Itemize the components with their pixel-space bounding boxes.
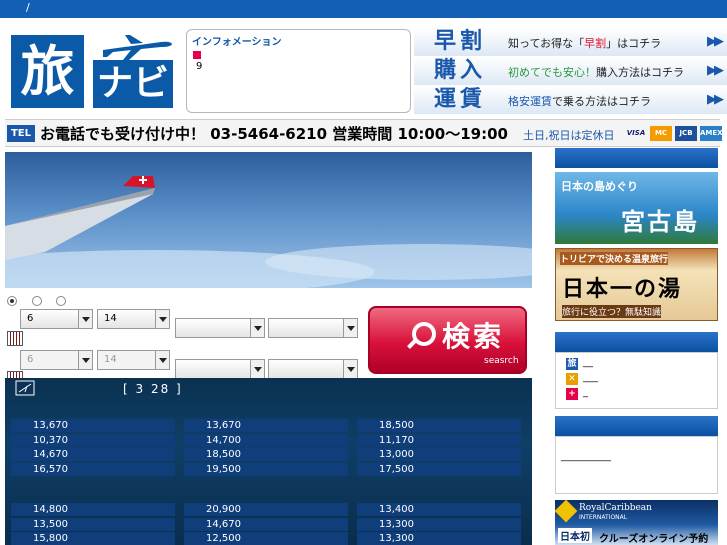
banner-miyako-top: 日本の島めぐり [561, 180, 638, 193]
promo-title: 早割 [434, 29, 487, 54]
search-icon [412, 322, 436, 346]
return-day-select[interactable]: 6 [20, 350, 93, 370]
promo-title: 購入 [434, 58, 487, 83]
fare-date-header: [ 3 28 ] [123, 382, 183, 396]
promo-desc: 格安運賃で乗る方法はコチラ [508, 95, 651, 108]
close-icon: ✕ [566, 373, 578, 385]
top-bar: / [0, 0, 727, 18]
airplane-icon [103, 35, 172, 60]
fare-cell[interactable]: 15,800 [11, 532, 175, 545]
fare-cell[interactable]: 10,370 [11, 433, 175, 447]
banner-onsen-main: 日本一の湯 [562, 277, 683, 302]
banner-miyako-main: 宮古島 [621, 208, 699, 236]
banner-cruise[interactable]: RoyalCaribbean INTERNATIONAL 日本初 クルーズオンラ… [555, 500, 718, 545]
card-logos: VISA MC JCB AMEX [625, 126, 723, 142]
tel-badge: TEL [7, 125, 35, 142]
depart-day-select[interactable]: 6 [20, 309, 93, 329]
search-button-label: 検索 [442, 320, 505, 353]
depart-number-select[interactable]: 14 [97, 309, 170, 329]
fare-cell[interactable]: 13,300 [357, 532, 521, 545]
sidebar-link-1[interactable]: __ [583, 357, 593, 368]
promo-title: 運賃 [434, 87, 487, 112]
cruise-text: クルーズオンライン予約 [599, 534, 709, 545]
information-box: インフォメーション 9 [186, 29, 411, 113]
mastercard-icon: MC [650, 126, 672, 141]
cruise-brand: RoyalCaribbean [579, 503, 652, 513]
fare-cell[interactable]: 13,670 [11, 419, 175, 432]
plus-icon: + [566, 388, 578, 400]
hero-image [5, 152, 532, 288]
site-logo[interactable]: 旅 ナビ [9, 30, 174, 110]
return-number-select[interactable]: 14 [97, 350, 170, 370]
visa-icon: VISA [626, 129, 646, 137]
logo-kanji: 旅 [11, 35, 84, 108]
promo-desc: 初めてでも安心！購入方法はコチラ [508, 66, 684, 79]
sidebar-text: __________ [561, 451, 611, 462]
crown-anchor-icon [555, 500, 578, 523]
fare-cell[interactable]: 16,570 [11, 462, 175, 476]
arrive-airport-select[interactable] [268, 318, 358, 338]
fare-cell[interactable]: 18,500 [184, 448, 348, 461]
banner-miyako[interactable]: 日本の島めぐり 宮古島 [555, 172, 718, 244]
travel-icon: 旅 [566, 358, 578, 370]
fare-cell[interactable]: 13,500 [11, 517, 175, 531]
cruise-brand-sub: INTERNATIONAL [579, 514, 628, 521]
double-arrow-icon: ▶▶ [707, 92, 724, 107]
fare-cell[interactable]: 19,500 [184, 462, 348, 476]
fare-cell[interactable]: 12,500 [184, 532, 348, 545]
search-button-sublabel: seasrch [484, 356, 519, 366]
phone-message: お電話でも受け付け中！ 03-5464-6210 営業時間 10:00〜19:0… [40, 125, 508, 143]
amex-icon: AMEX [700, 126, 723, 141]
banner-onsen-sub: 旅行に役立つ？無駄知識 [562, 305, 662, 318]
return-arrive-select[interactable] [268, 359, 358, 379]
sidebar-links-box: 旅 __ ✕ ___ + _ [555, 352, 718, 409]
fare-cell[interactable]: 13,300 [357, 517, 521, 531]
cruise-tag: 日本初 [558, 528, 592, 543]
promo-early-booking[interactable]: 早割 知ってお得な「早割」はコチラ ▶▶ [414, 28, 727, 56]
return-depart-select[interactable] [175, 359, 265, 379]
logo-katakana: ナビ [93, 60, 173, 108]
sidebar-text-box: __________ [555, 436, 718, 494]
double-arrow-icon: ▶▶ [707, 63, 724, 78]
fare-cell[interactable]: 14,800 [11, 503, 175, 516]
fare-cell[interactable]: 20,900 [184, 503, 348, 516]
trip-type-radio-2[interactable] [32, 296, 42, 306]
fare-cell[interactable]: 14,670 [184, 517, 348, 531]
banner-onsen-top: トリビアで決める温泉旅行 [560, 252, 669, 265]
double-arrow-icon: ▶▶ [707, 34, 724, 49]
promo-fares[interactable]: 運賃 格安運賃で乗る方法はコチラ ▶▶ [414, 86, 727, 114]
search-button[interactable]: 検索 seasrch [368, 306, 527, 374]
info-item[interactable]: 9 [196, 61, 202, 72]
fare-cell[interactable]: 14,670 [11, 448, 175, 461]
phone-bar: TEL お電話でも受け付け中！ 03-5464-6210 営業時間 10:00〜… [5, 119, 723, 147]
promo-purchase[interactable]: 購入 初めてでも安心！購入方法はコチラ ▶▶ [414, 57, 727, 85]
fare-cell[interactable]: 13,670 [184, 419, 348, 432]
fare-cell[interactable]: 14,700 [184, 433, 348, 447]
fare-cell[interactable]: 18,500 [357, 419, 521, 432]
banner-onsen[interactable]: トリビアで決める温泉旅行 日本一の湯 旅行に役立つ？無駄知識 [555, 248, 718, 321]
promo-desc: 知ってお得な「早割」はコチラ [508, 37, 662, 50]
breadcrumb: / [26, 1, 30, 14]
fare-cell[interactable]: 13,000 [357, 448, 521, 461]
plane-doc-icon [15, 380, 35, 396]
sidebar-links-header [555, 332, 718, 352]
sidebar-text-header [555, 416, 718, 436]
sidebar-link-2[interactable]: ___ [583, 372, 598, 383]
closed-days: 土日,祝日は定休日 [523, 129, 615, 142]
depart-airport-select[interactable] [175, 318, 265, 338]
fare-cell[interactable]: 13,400 [357, 503, 521, 516]
jcb-icon: JCB [675, 126, 697, 141]
calendar-icon[interactable] [7, 331, 23, 346]
fare-cell[interactable]: 11,170 [357, 433, 521, 447]
info-bullet-icon [193, 51, 201, 59]
trip-type-radio-1[interactable] [7, 296, 17, 306]
sidebar-link-3[interactable]: _ [583, 387, 588, 398]
trip-type-radio-3[interactable] [56, 296, 66, 306]
info-title: インフォメーション [192, 37, 282, 48]
sidebar-header-bar [555, 148, 718, 168]
fare-cell[interactable]: 17,500 [357, 462, 521, 476]
